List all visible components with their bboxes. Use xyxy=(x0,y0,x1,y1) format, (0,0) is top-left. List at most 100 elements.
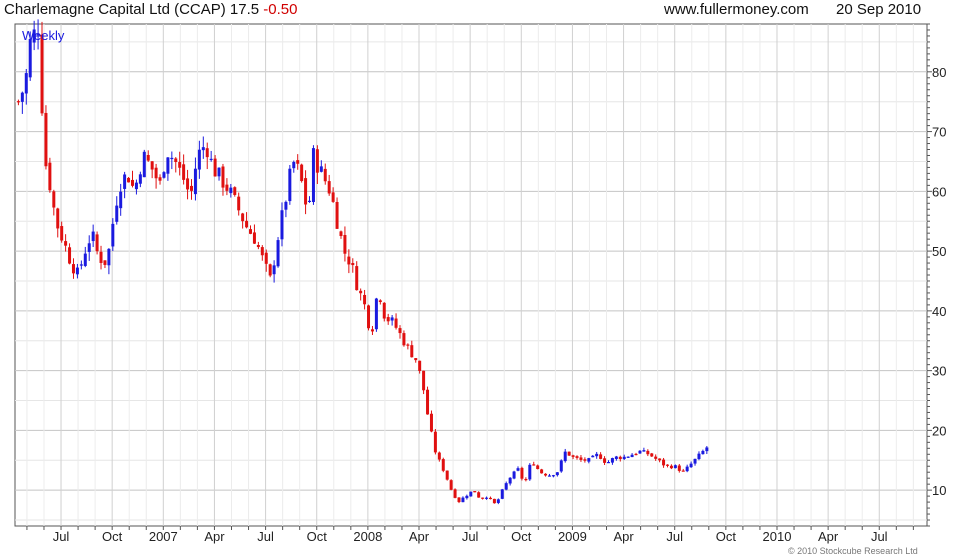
y-tick-label: 10 xyxy=(932,483,946,498)
candle-down xyxy=(233,187,237,195)
candle-down xyxy=(99,251,103,263)
y-tick-label: 20 xyxy=(932,423,946,438)
candle-up xyxy=(689,463,693,468)
candle-up xyxy=(555,472,559,476)
candle-up xyxy=(272,265,276,275)
candle-down xyxy=(186,178,190,190)
candle-down xyxy=(264,252,268,264)
candle-down xyxy=(249,229,253,234)
candle-down xyxy=(477,492,481,498)
candle-down xyxy=(158,177,162,181)
candle-up xyxy=(91,231,95,242)
candle-up xyxy=(107,248,111,266)
candle-down xyxy=(658,458,662,461)
candle-down xyxy=(95,234,99,252)
candle-down xyxy=(213,158,217,177)
candle-down xyxy=(16,101,20,103)
candle-down xyxy=(650,453,654,457)
candle-down xyxy=(52,191,56,208)
candle-down xyxy=(457,497,461,503)
candle-down xyxy=(327,181,331,194)
candle-up xyxy=(485,497,489,499)
candle-down xyxy=(426,389,430,415)
candle-down xyxy=(40,34,44,114)
candle-up xyxy=(119,191,123,209)
candle-up xyxy=(469,491,473,497)
candle-down xyxy=(260,247,264,256)
candle-down xyxy=(154,167,158,179)
candle-down xyxy=(473,491,477,493)
candle-down xyxy=(367,305,371,329)
y-tick-label: 70 xyxy=(932,125,946,140)
candle-up xyxy=(610,458,614,463)
candle-down xyxy=(127,177,131,183)
candle-down xyxy=(182,164,186,180)
candle-down xyxy=(189,185,193,191)
candle-up xyxy=(465,495,469,499)
candle-up xyxy=(170,157,174,160)
candle-down xyxy=(418,360,422,371)
candle-down xyxy=(398,328,402,334)
candle-down xyxy=(68,247,72,264)
candle-up xyxy=(551,475,555,477)
candle-up xyxy=(390,317,394,321)
candle-down xyxy=(544,473,548,476)
candle-up xyxy=(528,464,532,480)
candle-down xyxy=(579,457,583,460)
candle-up xyxy=(587,458,591,462)
candle-down xyxy=(634,453,638,456)
candle-up xyxy=(685,466,689,472)
candle-down xyxy=(665,464,669,466)
copyright-notice: © 2010 Stockcube Research Ltd xyxy=(788,546,918,556)
candle-up xyxy=(75,267,79,275)
candle-up xyxy=(504,483,508,490)
candle-up xyxy=(319,166,323,172)
candle-down xyxy=(575,456,579,458)
candle-up xyxy=(595,453,599,457)
candle-down xyxy=(205,148,209,158)
candle-up xyxy=(508,477,512,484)
candle-up xyxy=(20,92,24,102)
x-tick-label: Jul xyxy=(53,529,70,544)
x-tick-label: Oct xyxy=(102,529,123,544)
x-axis: Jul Oct 2007 Apr Jul Oct 2008 Apr Jul Oct 2009 Apr J… xyxy=(26,526,914,544)
candle-down xyxy=(524,478,528,481)
candle-up xyxy=(673,465,677,469)
candle-down xyxy=(571,455,575,457)
plot-area-frame xyxy=(14,23,928,527)
price-chart: 10 20 30 40 50 60 70 80 Jul Oct 2007 Apr Jul Oct 2008… xyxy=(14,19,946,544)
candle-down xyxy=(394,318,398,328)
candle-up xyxy=(83,253,87,266)
candle-down xyxy=(437,452,441,460)
y-axis: 10 20 30 40 50 60 70 80 xyxy=(927,23,946,527)
candle-down xyxy=(237,196,241,211)
candle-up xyxy=(87,243,91,252)
candle-down xyxy=(532,464,536,466)
candle-down xyxy=(359,290,363,294)
candle-up xyxy=(705,447,709,452)
candle-down xyxy=(44,112,48,167)
candle-up xyxy=(563,451,567,462)
y-tick-label: 50 xyxy=(932,244,946,259)
candle-up xyxy=(166,157,170,174)
y-tick-label: 30 xyxy=(932,364,946,379)
candle-up xyxy=(559,460,563,472)
candle-down xyxy=(370,329,374,332)
x-tick-label: Jul xyxy=(462,529,479,544)
candle-up xyxy=(630,454,634,458)
candle-down xyxy=(402,333,406,346)
candle-down xyxy=(315,149,319,173)
candle-down xyxy=(225,184,229,191)
x-tick-label: 2010 xyxy=(763,529,792,544)
x-tick-label: Oct xyxy=(511,529,532,544)
candle-up xyxy=(311,148,315,203)
candle-down xyxy=(296,160,300,164)
candle-down xyxy=(410,345,414,358)
candle-up xyxy=(638,450,642,454)
x-tick-label: Apr xyxy=(613,529,634,544)
candle-down xyxy=(681,470,685,472)
y-tick-label: 40 xyxy=(932,304,946,319)
candle-down xyxy=(378,300,382,303)
x-tick-label: 2007 xyxy=(149,529,178,544)
candle-down xyxy=(567,451,571,456)
